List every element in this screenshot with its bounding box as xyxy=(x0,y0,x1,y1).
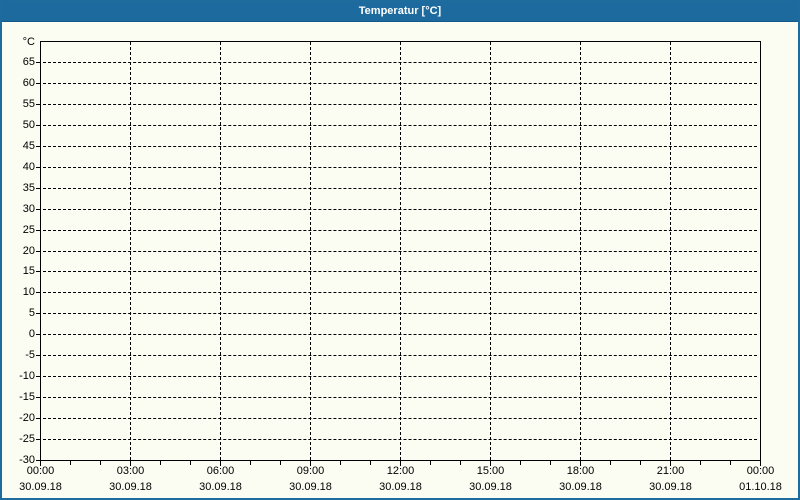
y-tick xyxy=(36,167,40,168)
x-date-label: 30.09.18 xyxy=(469,481,512,493)
v-gridline xyxy=(220,42,221,460)
y-tick-label: 15 xyxy=(22,265,35,277)
y-tick xyxy=(36,188,40,189)
x-minor-tick xyxy=(610,461,611,465)
y-tick-label: 5 xyxy=(28,307,35,319)
x-minor-tick xyxy=(520,461,521,465)
y-tick xyxy=(36,313,40,314)
y-tick-label: 30 xyxy=(22,203,35,215)
y-tick xyxy=(36,271,40,272)
y-tick xyxy=(36,355,40,356)
x-time-label: 00:00 xyxy=(746,465,775,477)
x-time-label: 00:00 xyxy=(26,465,55,477)
x-date-label: 01.10.18 xyxy=(739,481,782,493)
x-date-label: 30.09.18 xyxy=(199,481,242,493)
y-tick xyxy=(36,104,40,105)
y-tick xyxy=(36,83,40,84)
y-tick-label: -25 xyxy=(19,433,35,445)
x-minor-tick xyxy=(340,461,341,465)
v-gridline xyxy=(400,42,401,460)
v-gridline xyxy=(670,42,671,460)
x-time-label: 12:00 xyxy=(386,465,415,477)
x-date-label: 30.09.18 xyxy=(379,481,422,493)
x-minor-tick xyxy=(430,461,431,465)
y-tick-label: 10 xyxy=(22,286,35,298)
v-gridline xyxy=(580,42,581,460)
y-tick-label: 65 xyxy=(22,56,35,68)
x-minor-tick xyxy=(70,461,71,465)
y-tick-label: 20 xyxy=(22,245,35,257)
y-tick xyxy=(36,334,40,335)
y-tick xyxy=(36,230,40,231)
y-tick-label: -5 xyxy=(25,349,35,361)
y-tick xyxy=(36,251,40,252)
y-tick xyxy=(36,292,40,293)
y-tick xyxy=(36,209,40,210)
x-date-label: 30.09.18 xyxy=(289,481,332,493)
x-time-label: 15:00 xyxy=(476,465,505,477)
x-date-label: 30.09.18 xyxy=(109,481,152,493)
y-tick xyxy=(36,376,40,377)
v-gridline xyxy=(130,42,131,460)
x-time-label: 21:00 xyxy=(656,465,685,477)
chart-content: 65 60 55 50 45 40 35 30 25 20 15 10 5 0 -5 -10 -15 -20 -25… xyxy=(2,2,798,498)
y-tick-label: 45 xyxy=(22,140,35,152)
x-minor-tick xyxy=(700,461,701,465)
v-gridline xyxy=(310,42,311,460)
y-tick xyxy=(36,397,40,398)
y-tick-label: -20 xyxy=(19,412,35,424)
y-tick-label: 40 xyxy=(22,161,35,173)
x-time-label: 03:00 xyxy=(116,465,145,477)
chart-title: Temperatur [°C] xyxy=(358,5,442,17)
title-bar: Temperatur [°C] xyxy=(2,2,798,22)
y-tick xyxy=(36,439,40,440)
x-time-label: 18:00 xyxy=(566,465,595,477)
y-tick-label: -10 xyxy=(19,370,35,382)
x-minor-tick xyxy=(160,461,161,465)
y-tick xyxy=(36,125,40,126)
y-tick-label: 50 xyxy=(22,119,35,131)
y-tick-label: 25 xyxy=(22,224,35,236)
y-tick-label: -15 xyxy=(19,391,35,403)
y-tick-label: 35 xyxy=(22,182,35,194)
y-tick-label: 55 xyxy=(22,98,35,110)
x-time-label: 06:00 xyxy=(206,465,235,477)
x-minor-tick xyxy=(250,461,251,465)
x-time-label: 09:00 xyxy=(296,465,325,477)
v-gridline xyxy=(490,42,491,460)
y-tick-label: 60 xyxy=(22,77,35,89)
y-axis-unit-label: °C xyxy=(22,36,35,48)
x-date-label: 30.09.18 xyxy=(649,481,692,493)
x-date-label: 30.09.18 xyxy=(559,481,602,493)
y-tick xyxy=(36,418,40,419)
y-tick xyxy=(36,146,40,147)
temperature-chart-window: Temperatur [°C] 65 60 55 50 45 40 35 30 25 20 15 10… xyxy=(0,0,800,500)
y-tick xyxy=(36,62,40,63)
y-tick-label: 0 xyxy=(28,328,35,340)
x-date-label: 30.09.18 xyxy=(19,481,62,493)
